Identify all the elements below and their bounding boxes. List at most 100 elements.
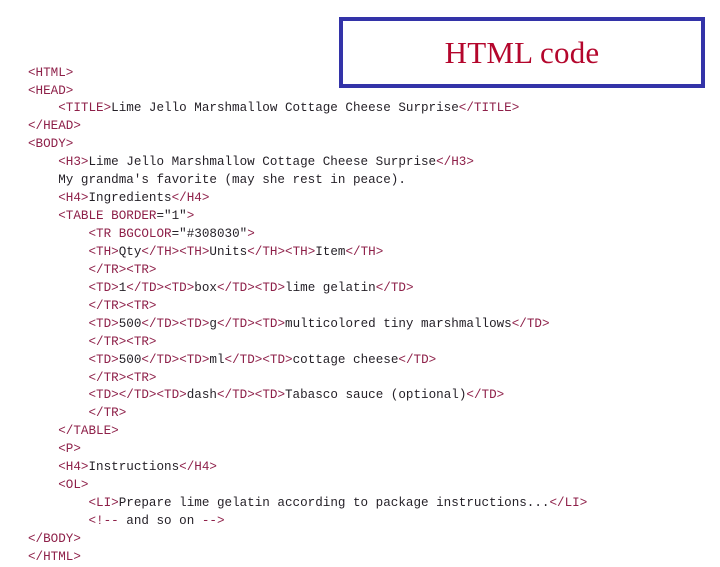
code-tag: </HEAD> xyxy=(28,119,81,134)
code-line: </TR><TR> xyxy=(28,370,708,388)
code-line: </HEAD> xyxy=(28,118,708,136)
code-tag: <TD> xyxy=(88,280,119,295)
code-tag: </H4> xyxy=(179,460,217,475)
code-tag: </TD> xyxy=(216,388,255,403)
code-line: <H4>Ingredients</H4> xyxy=(28,190,708,208)
code-line: </TR><TR> xyxy=(28,334,708,352)
code-tag: <TR xyxy=(88,227,119,242)
code-text: ml xyxy=(209,352,225,367)
code-text: lime gelatin xyxy=(285,280,376,295)
code-line: </HTML> xyxy=(28,549,708,567)
code-tag: </TD> xyxy=(224,352,263,367)
code-tag: </TH> xyxy=(247,244,286,259)
code-tag: </TR><TR> xyxy=(88,334,157,349)
code-tag: </TR> xyxy=(88,406,127,421)
code-tag: </TD> xyxy=(216,316,255,331)
code-text: Tabasco sauce (optional) xyxy=(285,388,467,403)
code-text: Ingredients xyxy=(88,191,172,206)
code-text: Lime Jello Marshmallow Cottage Cheese Su… xyxy=(111,101,459,116)
code-line: <!-- and so on --> xyxy=(28,513,708,531)
code-tag: <!-- xyxy=(88,514,119,529)
code-tag: <TD></TD> xyxy=(88,388,157,403)
code-line: <H4>Instructions</H4> xyxy=(28,459,708,477)
code-tag: <TD> xyxy=(179,352,210,367)
code-text: 500 xyxy=(118,316,142,331)
code-line: <LI>Prepare lime gelatin according to pa… xyxy=(28,495,708,513)
code-text: cottage cheese xyxy=(292,352,399,367)
code-tag: BORDER xyxy=(111,209,157,224)
code-tag: </TR><TR> xyxy=(88,370,157,385)
code-tag: </TR><TR> xyxy=(88,262,157,277)
code-tag: <TD> xyxy=(254,316,286,331)
code-tag: </TR><TR> xyxy=(88,298,157,313)
code-tag: <TD> xyxy=(179,316,210,331)
code-line: </TR><TR> xyxy=(28,262,708,280)
code-line: </TR><TR> xyxy=(28,298,708,316)
code-tag: --> xyxy=(201,514,225,529)
code-tag: </TH> xyxy=(345,244,384,259)
code-tag: </TD> xyxy=(375,280,414,295)
code-line: </TABLE> xyxy=(28,423,708,441)
code-line: <TH>Qty</TH><TH>Units</TH><TH>Item</TH> xyxy=(28,244,708,262)
code-tag: </TD> xyxy=(511,316,550,331)
code-tag: > xyxy=(186,209,195,224)
code-line: <TD>500</TD><TD>g</TD><TD>multicolored t… xyxy=(28,316,708,334)
code-line: <TD></TD><TD>dash</TD><TD>Tabasco sauce … xyxy=(28,387,708,405)
code-tag: > xyxy=(247,227,255,242)
code-tag: <HEAD> xyxy=(28,83,74,98)
slide-canvas: HTML code <HTML> <HEAD> <TITLE>Lime Jello… xyxy=(0,0,720,564)
code-tag: </TD> xyxy=(141,352,180,367)
page-title: HTML code xyxy=(444,35,600,70)
code-tag: <P> xyxy=(58,442,81,457)
code-text: ="#308030" xyxy=(171,227,248,242)
code-line: </TR> xyxy=(28,405,708,423)
code-tag: <H4> xyxy=(58,460,89,475)
code-tag: <TH> xyxy=(88,244,119,259)
code-text: and so on xyxy=(118,514,202,529)
code-tag: <TD> xyxy=(262,352,293,367)
code-text: Qty xyxy=(118,244,142,259)
code-tag: </TD> xyxy=(466,388,505,403)
code-tag: <TD> xyxy=(164,280,195,295)
code-tag: </TITLE> xyxy=(458,101,520,116)
code-tag: <H3> xyxy=(58,155,89,170)
code-text: ="1" xyxy=(156,209,187,224)
code-tag: <OL> xyxy=(58,478,89,493)
code-tag: <TD> xyxy=(254,388,285,403)
code-text: Lime Jello Marshmallow Cottage Cheese Su… xyxy=(88,155,437,170)
html-code-listing: <HTML> <HEAD> <TITLE>Lime Jello Marshmall… xyxy=(28,65,708,567)
code-tag: <TABLE xyxy=(58,209,112,224)
code-line: <TD>1</TD><TD>box</TD><TD>lime gelatin</… xyxy=(28,280,708,298)
code-line: <H3>Lime Jello Marshmallow Cottage Chees… xyxy=(28,154,708,172)
code-line: <BODY> xyxy=(28,136,708,154)
code-line: My grandma's favorite (may she rest in p… xyxy=(28,172,708,190)
code-line: <TR BGCOLOR="#308030"> xyxy=(28,226,708,244)
code-tag: <TD> xyxy=(88,316,119,331)
code-tag: <TH> xyxy=(179,244,210,259)
code-text: Item xyxy=(315,244,346,259)
code-tag: </HTML> xyxy=(28,549,81,564)
code-tag: <TD> xyxy=(88,352,119,367)
code-text: g xyxy=(209,316,217,331)
code-text: dash xyxy=(186,388,217,403)
code-tag: BGCOLOR xyxy=(118,227,172,242)
code-line: <HTML> xyxy=(28,65,708,83)
